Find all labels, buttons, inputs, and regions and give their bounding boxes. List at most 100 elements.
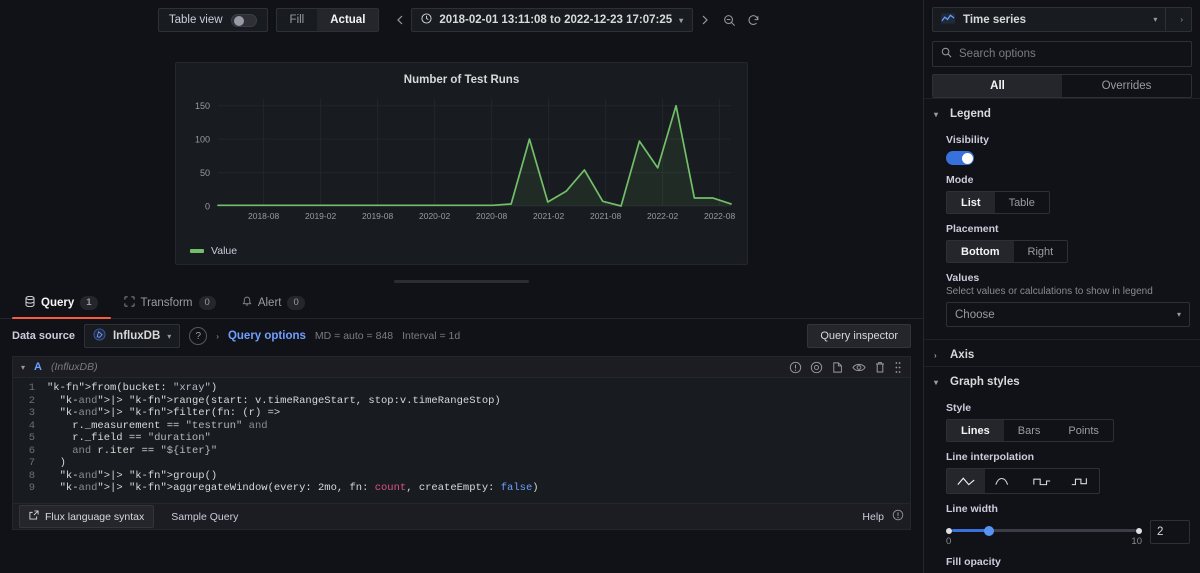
code-content[interactable]: "k-fn">from(bucket: "xray") "k-and">|> "… <box>43 382 910 503</box>
time-next-button[interactable] <box>693 8 717 32</box>
table-view-switch[interactable] <box>230 13 257 27</box>
tab-alert[interactable]: Alert 0 <box>229 288 318 318</box>
query-options-toggle[interactable]: Query options <box>228 330 306 342</box>
line-interpolation-group <box>946 468 1100 494</box>
svg-text:2019-08: 2019-08 <box>362 211 393 221</box>
graph-style-label: Style <box>946 402 972 414</box>
duplicate-icon[interactable] <box>831 361 844 374</box>
table-view-toggle-group[interactable]: Table view <box>157 8 268 32</box>
tab-query-count: 1 <box>80 296 98 310</box>
database-icon <box>25 295 35 310</box>
graph-style-radio-group: Lines Bars Points <box>946 419 1114 442</box>
pane-splitter[interactable] <box>0 274 923 288</box>
eye-icon[interactable] <box>852 362 866 373</box>
time-range-picker[interactable]: 2018-02-01 13:11:08 to 2022-12-23 17:07:… <box>411 8 694 32</box>
query-collapse-icon[interactable]: ▾ <box>21 363 25 372</box>
svg-text:2018-08: 2018-08 <box>248 211 279 221</box>
tab-alert-label: Alert <box>257 297 282 309</box>
graph-style-bars[interactable]: Bars <box>1004 420 1055 441</box>
timeseries-plot[interactable]: 0 50 100 150 2018-08 2019-02 2019-08 2020-02 20… <box>176 91 749 236</box>
legend-visibility-label: Visibility <box>946 134 989 146</box>
legend-visibility-toggle[interactable] <box>946 151 974 165</box>
external-link-icon <box>29 510 39 523</box>
svg-text:50: 50 <box>200 168 210 178</box>
legend-placement-bottom[interactable]: Bottom <box>947 241 1014 262</box>
legend-placement-right[interactable]: Right <box>1014 241 1068 262</box>
help-link[interactable]: Help <box>862 511 884 523</box>
legend-mode-table[interactable]: Table <box>995 192 1049 213</box>
influxdb-icon <box>93 328 106 344</box>
datasource-help-icon[interactable]: ? <box>189 327 208 345</box>
chevron-right-icon: › <box>934 350 937 360</box>
drag-handle-icon[interactable] <box>894 361 902 374</box>
interpolation-linear-icon[interactable] <box>947 469 985 493</box>
options-list: ▾ Legend Visibility Mode List Table Plac… <box>924 98 1200 573</box>
legend-placement-label: Placement <box>946 223 999 235</box>
legend-values-placeholder: Choose <box>955 308 995 321</box>
table-view-control[interactable]: Table view <box>159 9 267 31</box>
panel-title: Number of Test Runs <box>403 74 520 86</box>
visualization-area: Number of Test Runs 0 50 100 150 2018-08 201… <box>0 34 923 274</box>
line-width-slider[interactable]: 0 10 <box>946 520 1142 547</box>
time-prev-button[interactable] <box>387 8 411 32</box>
refresh-button[interactable] <box>741 8 765 32</box>
line-width-max: 10 <box>1131 536 1142 547</box>
tab-query-label: Query <box>41 297 75 309</box>
fill-button[interactable]: Fill <box>277 9 318 31</box>
tab-transform[interactable]: Transform 0 <box>111 288 229 318</box>
timeseries-icon <box>941 11 955 29</box>
graph-style-points[interactable]: Points <box>1054 420 1113 441</box>
zoom-out-button[interactable] <box>717 8 741 32</box>
interpolation-step-before-icon[interactable] <box>1023 469 1061 493</box>
tab-all[interactable]: All <box>933 75 1062 97</box>
options-search[interactable] <box>932 41 1192 67</box>
chevron-down-icon: ▾ <box>934 377 939 387</box>
line-width-value[interactable]: 2 <box>1150 520 1190 544</box>
svg-text:2020-08: 2020-08 <box>476 211 507 221</box>
fit-mode-group[interactable]: Fill Actual <box>275 8 380 32</box>
query-row-actions <box>789 361 902 374</box>
data-source-picker[interactable]: InfluxDB ▾ <box>83 324 181 348</box>
chevron-down-icon[interactable]: ▾ <box>1153 15 1157 24</box>
svg-text:100: 100 <box>195 135 210 145</box>
fill-opacity-label: Fill opacity <box>946 556 1001 568</box>
tab-overrides[interactable]: Overrides <box>1062 75 1191 97</box>
section-header-axis[interactable]: › Axis <box>924 339 1200 366</box>
section-header-legend[interactable]: ▾ Legend <box>924 98 1200 125</box>
query-row-header[interactable]: ▾ A (InfluxDB) <box>12 356 911 378</box>
legend-values-label: Values <box>946 272 980 284</box>
visualization-picker[interactable]: Time series ▾ › <box>932 7 1192 32</box>
section-body-graph-styles: Style Lines Bars Points Line interpolati… <box>924 402 1200 573</box>
clock-icon <box>421 13 432 27</box>
section-header-graph-styles[interactable]: ▾ Graph styles <box>924 366 1200 393</box>
query-options-expand-icon[interactable]: › <box>216 332 219 341</box>
search-input[interactable] <box>959 48 1183 60</box>
splitter-handle[interactable] <box>394 279 529 283</box>
tab-query[interactable]: Query 1 <box>12 288 111 319</box>
flux-code-editor[interactable]: 123456789 "k-fn">from(bucket: "xray") "k… <box>12 378 911 504</box>
info-icon[interactable] <box>789 361 802 374</box>
query-ref-id[interactable]: A <box>34 361 42 373</box>
actual-button[interactable]: Actual <box>317 9 379 31</box>
max-data-points-text: MD = auto = 848 <box>314 330 394 342</box>
viz-panel[interactable]: Number of Test Runs 0 50 100 150 2018-08 201… <box>175 62 748 265</box>
legend-values-select[interactable]: Choose ▾ <box>946 302 1190 327</box>
legend-mode-list[interactable]: List <box>947 192 995 213</box>
options-pane: Time series ▾ › All Overrides ▾ Legend V… <box>923 0 1200 573</box>
interpolation-step-after-icon[interactable] <box>1061 469 1099 493</box>
settings-icon[interactable] <box>810 361 823 374</box>
panel-legend[interactable]: Value <box>190 245 237 257</box>
trash-icon[interactable] <box>874 361 886 374</box>
interpolation-smooth-icon[interactable] <box>985 469 1023 493</box>
query-inspector-button[interactable]: Query inspector <box>807 324 911 348</box>
line-interpolation-label: Line interpolation <box>946 451 1035 463</box>
legend-mode-label: Mode <box>946 174 974 186</box>
options-collapse-icon[interactable]: › <box>1174 15 1183 24</box>
info-circle-icon[interactable] <box>892 508 904 526</box>
legend-mode-radio-group: List Table <box>946 191 1050 214</box>
line-width-min: 0 <box>946 536 952 547</box>
graph-style-lines[interactable]: Lines <box>947 420 1004 441</box>
svg-text:2021-08: 2021-08 <box>590 211 621 221</box>
sample-query-button[interactable]: Sample Query <box>162 507 247 527</box>
flux-language-syntax-button[interactable]: Flux language syntax <box>19 505 155 528</box>
